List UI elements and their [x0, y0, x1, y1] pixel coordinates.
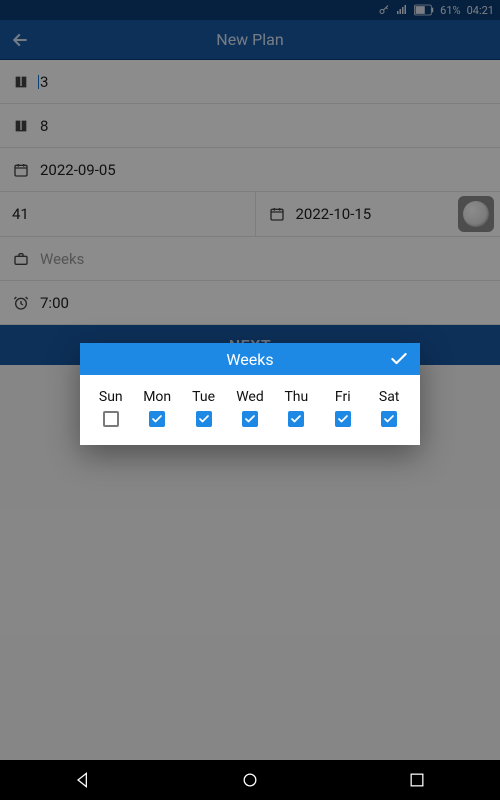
- day-col-tue: Tue: [183, 389, 225, 427]
- days-grid: Sun Mon Tue Wed Thu Fri Sat: [80, 375, 420, 445]
- day-label: Sun: [99, 389, 123, 405]
- day-col-sun: Sun: [90, 389, 132, 427]
- day-checkbox-wed[interactable]: [242, 411, 258, 427]
- android-nav-bar: [0, 760, 500, 800]
- day-checkbox-mon[interactable]: [149, 411, 165, 427]
- dialog-title: Weeks: [226, 350, 273, 369]
- confirm-button[interactable]: [384, 343, 414, 375]
- day-checkbox-fri[interactable]: [335, 411, 351, 427]
- day-label: Fri: [335, 389, 351, 405]
- day-col-sat: Sat: [368, 389, 410, 427]
- day-label: Sat: [379, 389, 400, 405]
- nav-recent[interactable]: [402, 765, 432, 795]
- day-label: Wed: [236, 389, 264, 405]
- day-col-fri: Fri: [322, 389, 364, 427]
- nav-home[interactable]: [235, 765, 265, 795]
- day-label: Mon: [143, 389, 171, 405]
- day-col-mon: Mon: [136, 389, 178, 427]
- day-col-thu: Thu: [276, 389, 318, 427]
- day-checkbox-tue[interactable]: [196, 411, 212, 427]
- nav-back[interactable]: [68, 765, 98, 795]
- day-label: Tue: [192, 389, 215, 405]
- day-checkbox-thu[interactable]: [288, 411, 304, 427]
- day-label: Thu: [284, 389, 308, 405]
- day-checkbox-sat[interactable]: [381, 411, 397, 427]
- day-col-wed: Wed: [229, 389, 271, 427]
- dialog-header: Weeks: [80, 343, 420, 375]
- weeks-dialog: Weeks Sun Mon Tue Wed Thu Fri Sat: [80, 343, 420, 445]
- day-checkbox-sun[interactable]: [103, 411, 119, 427]
